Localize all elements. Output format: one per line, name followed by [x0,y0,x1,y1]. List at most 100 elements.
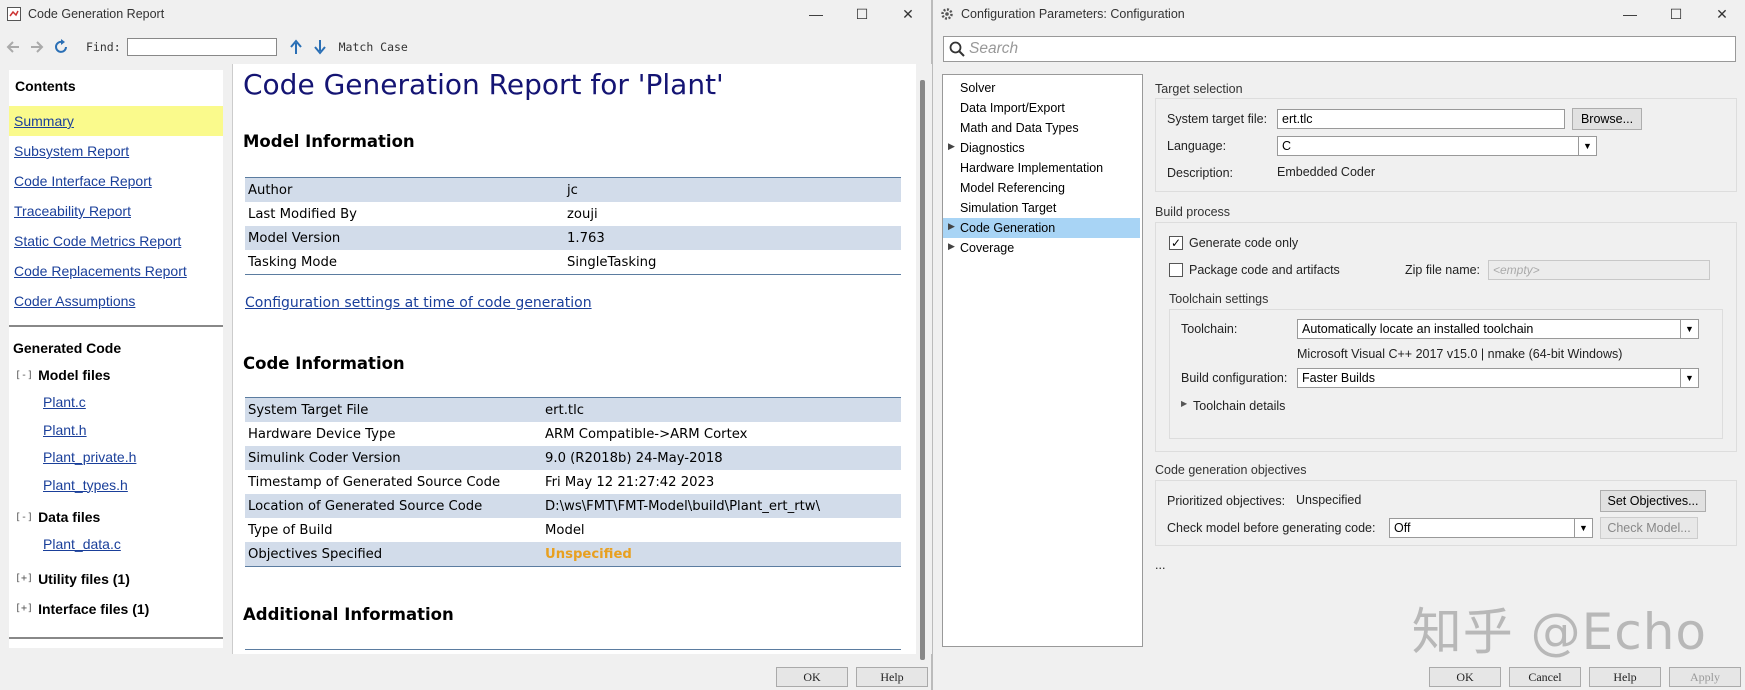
tree-item-code-generation[interactable]: ▶ Code Generation [943,218,1140,238]
minimize-icon[interactable]: — [793,0,839,28]
data-files-group[interactable]: [-] Data files [9,503,223,531]
file-link-plant-private-h[interactable]: Plant_private.h [9,444,223,472]
tree-item-diagnostics[interactable]: ▶ Diagnostics [943,138,1142,158]
table-value: Fri May 12 21:27:42 2023 [545,474,715,490]
language-select[interactable]: C ▼ [1277,136,1597,156]
file-link-plant-data-c[interactable]: Plant_data.c [9,531,223,559]
close-icon[interactable]: ✕ [1699,0,1745,28]
config-titlebar: Configuration Parameters: Configuration … [933,0,1745,28]
objectives-value: Unspecified [545,546,632,562]
build-configuration-select[interactable]: Faster Builds ▼ [1297,368,1699,388]
tree-item-hardware-implementation[interactable]: Hardware Implementation [943,158,1142,178]
nav-link-coder-assumptions[interactable]: Coder Assumptions [9,286,223,316]
generate-code-only-checkbox[interactable]: ✓ [1169,236,1183,250]
table-row: Location of Generated Source Code D:\ws\F… [245,494,901,518]
table-value: 1.763 [567,230,605,246]
browse-button[interactable]: Browse... [1572,108,1642,130]
zip-file-name-input[interactable]: <empty> [1488,260,1710,280]
table-value: ARM Compatible->ARM Cortex [545,426,748,442]
set-objectives-button[interactable]: Set Objectives... [1600,490,1706,512]
tree-item-simulation-target[interactable]: Simulation Target [943,198,1142,218]
utility-files-label: Utility files (1) [38,570,130,587]
ok-button[interactable]: OK [1429,667,1501,687]
search-icon [949,41,965,57]
configuration-settings-link[interactable]: Configuration settings at time of code g… [245,295,592,311]
table-row: Tasking Mode SingleTasking [245,250,901,274]
tree-item-data-import-export[interactable]: Data Import/Export [943,98,1142,118]
file-link-plant-h[interactable]: Plant.h [9,417,223,445]
tree-item-solver[interactable]: Solver [943,78,1142,98]
maximize-icon[interactable]: ☐ [1653,0,1699,28]
close-icon[interactable]: ✕ [885,0,931,28]
minimize-icon[interactable]: — [1607,0,1653,28]
chevron-down-icon[interactable]: ▼ [1574,519,1592,537]
apply-button[interactable]: Apply [1669,667,1741,687]
toolchain-select[interactable]: Automatically locate an installed toolch… [1297,319,1699,339]
system-target-file-input[interactable]: ert.tlc [1277,109,1565,129]
back-arrow-icon[interactable] [2,36,24,58]
prioritized-objectives-value: Unspecified [1296,493,1362,507]
table-row: Objectives Specified Unspecified [245,542,901,566]
help-button[interactable]: Help [856,667,928,687]
expand-arrow-icon[interactable]: ▶ [948,221,955,232]
report-scrollbar[interactable] [916,64,932,660]
nav-link-code-interface-report[interactable]: Code Interface Report [9,166,223,196]
tree-item-label: Coverage [960,241,1015,255]
report-titlebar: Code Generation Report — ☐ ✕ [0,0,931,28]
help-button[interactable]: Help [1589,667,1661,687]
interface-files-group[interactable]: [+] Interface files (1) [9,595,223,623]
tree-item-math-and-data-types[interactable]: Math and Data Types [943,118,1142,138]
collapse-toggle[interactable]: [-] [15,512,33,523]
utility-files-group[interactable]: [+] Utility files (1) [9,563,223,595]
expand-arrow-icon[interactable]: ▶ [948,141,955,152]
check-model-select[interactable]: Off ▼ [1389,518,1593,538]
find-input[interactable] [126,38,277,56]
collapse-toggle[interactable]: [-] [15,370,33,381]
table-value: SingleTasking [567,254,657,270]
tree-item-coverage[interactable]: ▶ Coverage [943,238,1142,258]
toolchain-info: Microsoft Visual C++ 2017 v15.0 | nmake … [1297,347,1623,361]
language-label: Language: [1167,139,1227,153]
file-link-plant-c[interactable]: Plant.c [9,389,223,417]
maximize-icon[interactable]: ☐ [839,0,885,28]
expand-arrow-icon[interactable]: ▶ [1181,399,1187,408]
table-key: Type of Build [248,522,333,538]
table-row: Model Version 1.763 [245,226,901,250]
table-key: System Target File [248,402,369,418]
forward-arrow-icon[interactable] [26,36,48,58]
scrollbar-thumb[interactable] [920,80,925,660]
chevron-down-icon[interactable]: ▼ [1680,320,1698,338]
find-previous-icon[interactable] [285,36,307,58]
cancel-button[interactable]: Cancel [1509,667,1581,687]
match-case-label[interactable]: Match Case [339,40,408,54]
chevron-down-icon[interactable]: ▼ [1680,369,1698,387]
nav-link-code-replacements-report[interactable]: Code Replacements Report [9,256,223,286]
check-model-button[interactable]: Check Model... [1600,517,1698,539]
package-code-checkbox[interactable] [1169,263,1183,277]
nav-link-static-code-metrics-report[interactable]: Static Code Metrics Report [9,226,223,256]
model-files-group[interactable]: [-] Model files [9,361,223,389]
find-next-icon[interactable] [309,36,331,58]
refresh-icon[interactable] [50,36,72,58]
nav-link-summary[interactable]: Summary [9,106,223,136]
toolchain-details-toggle[interactable]: Toolchain details [1193,399,1285,413]
table-row: Author jc [245,178,901,202]
search-input[interactable]: Search [943,36,1736,62]
config-window: Configuration Parameters: Configuration … [932,0,1745,690]
expand-toggle[interactable]: [+] [15,573,33,584]
nav-link-subsystem-report[interactable]: Subsystem Report [9,136,223,166]
expand-toggle[interactable]: [+] [15,603,33,614]
tree-item-label: Solver [960,81,996,95]
prioritized-objectives-label: Prioritized objectives: [1167,494,1286,508]
tree-item-model-referencing[interactable]: Model Referencing [943,178,1142,198]
nav-link-traceability-report[interactable]: Traceability Report [9,196,223,226]
table-row: Timestamp of Generated Source Code Fri Ma… [245,470,901,494]
model-information-heading: Model Information [243,132,415,151]
ok-button[interactable]: OK [776,667,848,687]
generate-code-only-label: Generate code only [1189,236,1299,250]
file-link-plant-types-h[interactable]: Plant_types.h [9,472,223,500]
build-configuration-value: Faster Builds [1302,371,1375,385]
table-value: D:\ws\FMT\FMT-Model\build\Plant_ert_rtw\ [545,498,821,514]
chevron-down-icon[interactable]: ▼ [1578,137,1596,155]
expand-arrow-icon[interactable]: ▶ [948,241,955,252]
